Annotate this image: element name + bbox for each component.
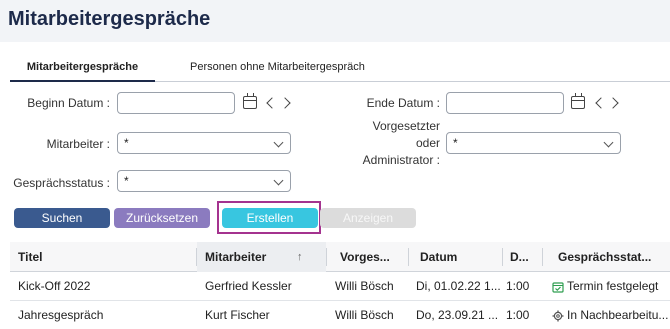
- supervisor-label-line3: Administrator :: [362, 153, 440, 167]
- calendar-check-icon: [552, 282, 564, 293]
- calendar-icon[interactable]: [243, 93, 257, 109]
- end-date-label: Ende Datum :: [366, 96, 440, 110]
- column-divider[interactable]: [542, 248, 543, 266]
- supervisor-select[interactable]: *: [446, 132, 621, 154]
- reset-button[interactable]: Zurücksetzen: [114, 208, 210, 228]
- cell-status: Termin festgelegt: [546, 272, 670, 301]
- end-date-input[interactable]: [446, 92, 564, 114]
- cell-duration: 1:00: [506, 308, 530, 322]
- cell-date: Do, 23.09.21 ...: [416, 308, 499, 322]
- column-divider[interactable]: [326, 248, 327, 266]
- show-button: Anzeigen: [320, 208, 416, 228]
- column-header-status[interactable]: Gesprächsstat...: [550, 242, 670, 272]
- chevron-down-icon: [273, 137, 284, 148]
- cell-employee: Kurt Fischer: [205, 308, 270, 322]
- supervisor-label-line1: Vorgesetzter: [372, 119, 440, 133]
- employee-select-value: *: [124, 136, 129, 150]
- page-title: Mitarbeitergespräche: [8, 8, 211, 30]
- column-header-duration[interactable]: D...: [502, 242, 542, 272]
- table-row[interactable]: Jahresgespräch Kurt Fischer Willi Bösch …: [10, 301, 670, 329]
- table-row[interactable]: Kick-Off 2022 Gerfried Kessler Willi Bös…: [10, 272, 670, 301]
- tab-bar: Mitarbeitergespräche Personen ohne Mitar…: [10, 54, 670, 82]
- column-header-title[interactable]: Titel: [10, 242, 196, 272]
- sort-ascending-icon: ↑: [297, 251, 303, 263]
- cell-title: Kick-Off 2022: [18, 279, 91, 293]
- status-select-value: *: [124, 174, 129, 188]
- cell-employee: Gerfried Kessler: [205, 279, 292, 293]
- gear-icon: [552, 310, 564, 322]
- supervisor-select-value: *: [453, 136, 458, 150]
- status-label: Gesprächsstatus :: [13, 176, 110, 190]
- status-select[interactable]: *: [117, 170, 291, 192]
- calendar-icon[interactable]: [571, 93, 585, 109]
- employee-select[interactable]: *: [117, 132, 291, 154]
- column-header-employee-label: Mitarbeiter: [205, 250, 267, 264]
- cell-status-text: In Nachbearbeitu...: [567, 308, 669, 322]
- cell-title: Jahresgespräch: [18, 308, 104, 322]
- employee-label: Mitarbeiter :: [46, 137, 110, 151]
- table-header: Titel Mitarbeiter ↑ Vorges... Datum D...…: [10, 242, 670, 272]
- column-divider[interactable]: [408, 248, 409, 266]
- begin-date-label: Beginn Datum :: [27, 96, 110, 110]
- chevron-down-icon: [603, 137, 614, 148]
- cell-duration: 1:00: [506, 279, 530, 293]
- tab-personen-ohne-gespraech[interactable]: Personen ohne Mitarbeitergespräch: [190, 54, 380, 82]
- cell-supervisor: Willi Bösch: [335, 308, 394, 322]
- tab-mitarbeitergespraeche[interactable]: Mitarbeitergespräche: [10, 54, 155, 82]
- begin-date-input[interactable]: [117, 92, 235, 114]
- chevron-down-icon: [273, 175, 284, 186]
- supervisor-label-line2: oder: [415, 136, 440, 150]
- cell-date: Di, 01.02.22 1...: [416, 279, 501, 293]
- cell-supervisor: Willi Bösch: [335, 279, 394, 293]
- cell-status-text: Termin festgelegt: [567, 279, 659, 293]
- column-header-date[interactable]: Datum: [412, 242, 502, 272]
- column-header-employee[interactable]: Mitarbeiter ↑: [197, 242, 326, 272]
- search-button[interactable]: Suchen: [14, 208, 110, 228]
- create-button[interactable]: Erstellen: [222, 208, 318, 228]
- cell-status: In Nachbearbeitu...: [546, 301, 670, 329]
- column-header-supervisor[interactable]: Vorges...: [332, 242, 408, 272]
